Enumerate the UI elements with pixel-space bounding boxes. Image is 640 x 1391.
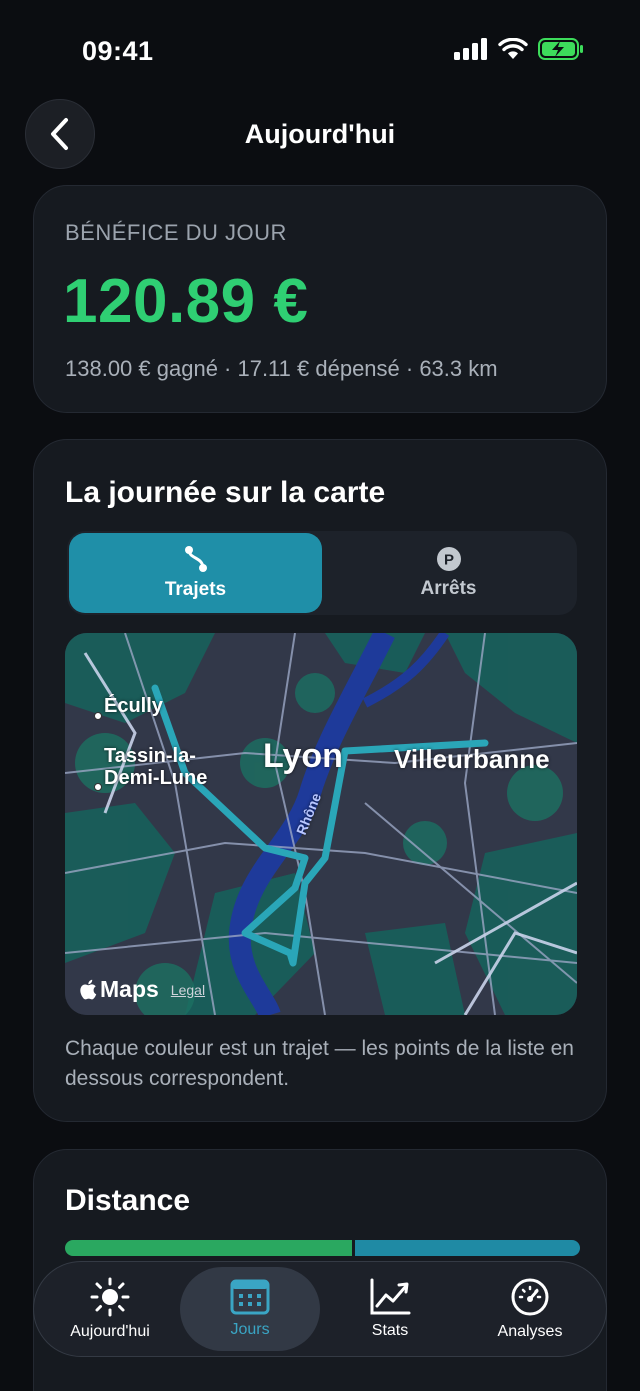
map-card: La journée sur la carte Trajets P Arrêts — [33, 439, 607, 1122]
tab-stats-label: Stats — [371, 1322, 409, 1339]
map-section-title: La journée sur la carte — [65, 476, 386, 509]
map-label-tassin: Tassin-la- Demi-Lune — [104, 745, 208, 789]
tab-aujourdhui[interactable]: Aujourd'hui — [40, 1267, 180, 1351]
distance-segment — [65, 1240, 352, 1256]
tab-trajets[interactable]: Trajets — [69, 533, 322, 613]
map-label-villeurbanne: Villeurbanne — [394, 744, 550, 774]
profit-label: BÉNÉFICE DU JOUR — [65, 220, 287, 245]
distance-bar — [65, 1240, 580, 1256]
tab-bar: Aujourd'hui Jours Stats Analyses — [33, 1261, 607, 1357]
sun-icon — [90, 1277, 130, 1317]
maps-brand: Maps — [100, 976, 159, 1002]
tab-analyses[interactable]: Analyses — [460, 1267, 600, 1351]
parking-icon: P — [436, 547, 461, 571]
map-label-lyon: Lyon — [263, 737, 343, 775]
distance-segment — [355, 1240, 580, 1256]
profit-value: 120.89 € — [63, 267, 309, 336]
gauge-icon — [511, 1278, 549, 1316]
profit-summary: 138.00 € gagné · 17.11 € dépensé · 63.3 … — [65, 356, 498, 381]
signal-icon — [454, 38, 487, 60]
svg-text:P: P — [443, 552, 453, 569]
tab-jours[interactable]: Jours — [180, 1267, 320, 1351]
page-title: Aujourd'hui — [244, 119, 396, 149]
status-bar: 09:41 — [0, 0, 640, 100]
tab-analyses-label: Analyses — [497, 1323, 563, 1340]
chart-icon — [370, 1278, 411, 1315]
map-mode-segmented-control: Trajets P Arrêts — [67, 531, 577, 615]
tab-stats[interactable]: Stats — [320, 1267, 460, 1351]
map-attribution: Maps Legal — [79, 976, 205, 1003]
apple-logo-icon — [80, 979, 97, 1000]
tab-jours-label: Jours — [230, 1321, 270, 1338]
route-icon — [184, 546, 207, 572]
map-label-ecully: Écully — [104, 695, 163, 717]
legal-link[interactable]: Legal — [171, 982, 205, 998]
map-canvas — [65, 633, 577, 1015]
calendar-icon — [230, 1279, 270, 1315]
profit-card: BÉNÉFICE DU JOUR 120.89 € 138.00 € gagné… — [33, 185, 607, 413]
tab-trajets-label: Trajets — [164, 579, 227, 600]
tab-arrets-label: Arrêts — [420, 578, 477, 599]
map-caption: Chaque couleur est un trajet — les point… — [65, 1037, 574, 1090]
battery-charging-icon — [538, 38, 583, 60]
wifi-icon — [498, 38, 528, 59]
status-icons — [454, 38, 584, 60]
status-time: 09:41 — [82, 36, 154, 66]
maps-logo: Maps — [79, 976, 159, 1003]
distance-title: Distance — [65, 1184, 191, 1217]
tab-aujourdhui-label: Aujourd'hui — [70, 1323, 150, 1340]
tab-arrets[interactable]: P Arrêts — [322, 533, 575, 613]
route-map[interactable]: Écully Tassin-la- Demi-Lune Lyon Villeur… — [65, 633, 577, 1015]
